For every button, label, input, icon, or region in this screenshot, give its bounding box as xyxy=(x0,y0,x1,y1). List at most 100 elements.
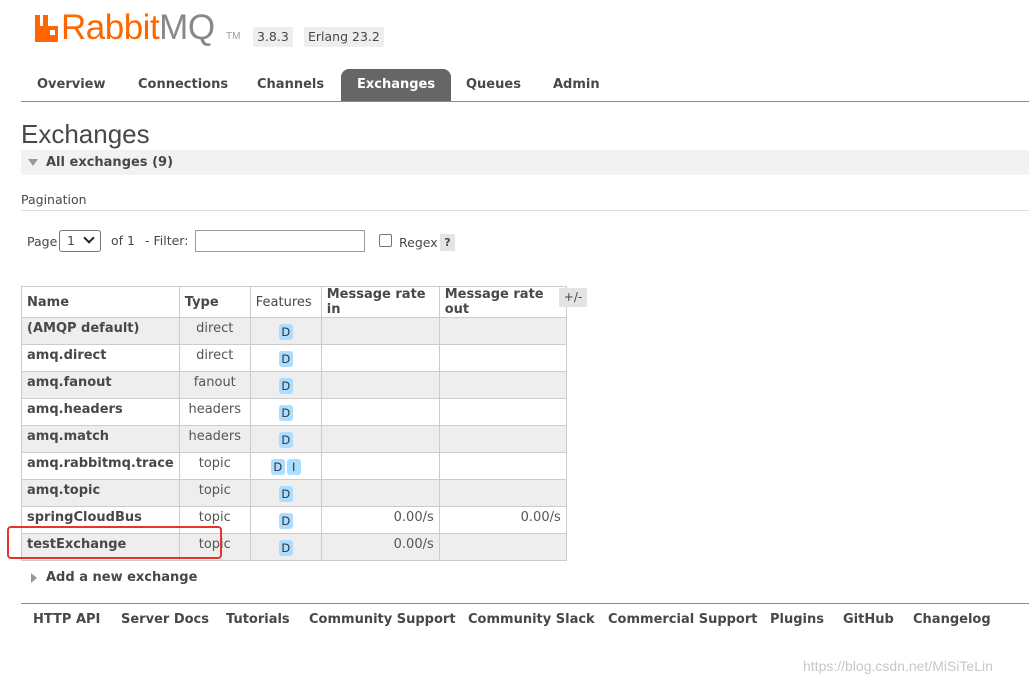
durable-badge: D xyxy=(278,324,293,340)
exchange-type: headers xyxy=(178,398,251,426)
rate-in: 0.00/s xyxy=(320,506,440,534)
table-row[interactable]: (AMQP default) direct D xyxy=(21,317,567,345)
durable-badge: D xyxy=(278,432,293,448)
exchange-name-link[interactable]: amq.direct xyxy=(21,344,180,372)
rabbit-logo-icon xyxy=(35,15,58,42)
exchange-features: D xyxy=(249,533,322,561)
table-row[interactable]: amq.rabbitmq.trace topic DI xyxy=(21,452,567,480)
watermark-text: https://blog.csdn.net/MiSiTeLin xyxy=(803,658,993,674)
page-select-value: 1 xyxy=(67,233,75,248)
table-row[interactable]: amq.topic topic D xyxy=(21,479,567,507)
pagination-divider xyxy=(21,210,1029,211)
footer-link-commercial-support[interactable]: Commercial Support xyxy=(608,612,758,627)
exchange-name-link[interactable]: amq.headers xyxy=(21,398,180,426)
tab-admin[interactable]: Admin xyxy=(537,69,616,101)
durable-badge: D xyxy=(278,405,293,421)
exchange-features: D xyxy=(249,479,322,507)
rate-out xyxy=(438,371,567,399)
durable-badge: D xyxy=(278,486,293,502)
erlang-version-badge: Erlang 23.2 xyxy=(304,27,384,47)
logo-word-mq: MQ xyxy=(159,8,215,47)
filter-label: - Filter: xyxy=(145,233,189,248)
rate-in xyxy=(320,452,440,480)
page-title: Exchanges xyxy=(21,119,150,149)
page-label: Page xyxy=(27,234,58,249)
exchanges-table: Name Type Features Message rate in Messa… xyxy=(21,286,567,561)
column-header-rate-out[interactable]: Message rate out xyxy=(438,286,567,318)
regex-checkbox[interactable] xyxy=(379,234,392,247)
footer-link-tutorials[interactable]: Tutorials xyxy=(226,612,290,627)
durable-badge: D xyxy=(278,540,293,556)
durable-badge: D xyxy=(270,459,285,475)
internal-badge: I xyxy=(286,459,301,475)
rabbitmq-version-badge: 3.8.3 xyxy=(253,27,293,47)
rate-out xyxy=(438,479,567,507)
page-count-label: of 1 xyxy=(111,233,135,248)
exchange-type: topic xyxy=(178,452,251,480)
expand-triangle-icon xyxy=(31,573,37,583)
column-header-rate-in[interactable]: Message rate in xyxy=(320,286,440,318)
exchange-name-link[interactable]: amq.fanout xyxy=(21,371,180,399)
regex-help-button[interactable]: ? xyxy=(440,234,455,251)
footer-link-changelog[interactable]: Changelog xyxy=(913,612,991,627)
exchange-features: DI xyxy=(249,452,322,480)
durable-badge: D xyxy=(278,378,293,394)
exchange-type: direct xyxy=(178,344,251,372)
column-header-name[interactable]: Name xyxy=(21,286,180,318)
rate-out xyxy=(438,398,567,426)
trademark-mark: TM xyxy=(226,31,241,42)
exchange-name-link[interactable]: (AMQP default) xyxy=(21,317,180,345)
column-header-type[interactable]: Type xyxy=(178,286,251,318)
exchange-features: D xyxy=(249,344,322,372)
footer-divider xyxy=(21,603,1029,604)
exchange-name-link[interactable]: amq.match xyxy=(21,425,180,453)
columns-toggle-button[interactable]: +/- xyxy=(559,288,587,307)
tab-overview[interactable]: Overview xyxy=(21,69,122,101)
exchange-type: headers xyxy=(178,425,251,453)
exchange-type: topic xyxy=(178,479,251,507)
exchange-name-link[interactable]: amq.rabbitmq.trace xyxy=(21,452,180,480)
rate-in xyxy=(320,371,440,399)
regex-label: Regex xyxy=(399,235,438,250)
tab-channels[interactable]: Channels xyxy=(241,69,340,101)
footer-link-plugins[interactable]: Plugins xyxy=(770,612,824,627)
rate-out: 0.00/s xyxy=(438,506,567,534)
exchange-type: direct xyxy=(178,317,251,345)
section-title: All exchanges (9) xyxy=(46,155,174,170)
collapse-triangle-icon xyxy=(28,159,38,166)
tab-connections[interactable]: Connections xyxy=(122,69,244,101)
exchange-type: fanout xyxy=(178,371,251,399)
rate-out xyxy=(438,452,567,480)
rate-in xyxy=(320,479,440,507)
pagination-heading: Pagination xyxy=(21,192,87,207)
exchange-features: D xyxy=(249,506,322,534)
exchange-name-link[interactable]: amq.topic xyxy=(21,479,180,507)
table-row[interactable]: amq.headers headers D xyxy=(21,398,567,426)
filter-input[interactable] xyxy=(195,230,365,252)
column-header-features: Features xyxy=(249,286,322,318)
footer-link-server-docs[interactable]: Server Docs xyxy=(121,612,209,627)
footer-link-http-api[interactable]: HTTP API xyxy=(33,612,100,627)
chevron-down-icon xyxy=(83,232,95,244)
rate-in xyxy=(320,344,440,372)
footer-link-community-slack[interactable]: Community Slack xyxy=(468,612,595,627)
table-row[interactable]: amq.direct direct D xyxy=(21,344,567,372)
durable-badge: D xyxy=(278,513,293,529)
all-exchanges-section-toggle[interactable]: All exchanges (9) xyxy=(21,150,1029,175)
rate-in xyxy=(320,425,440,453)
footer-link-github[interactable]: GitHub xyxy=(843,612,894,627)
rate-out xyxy=(438,344,567,372)
tab-exchanges[interactable]: Exchanges xyxy=(341,69,452,101)
footer-link-community-support[interactable]: Community Support xyxy=(309,612,456,627)
rate-in xyxy=(320,317,440,345)
exchange-features: D xyxy=(249,425,322,453)
rate-out xyxy=(438,533,567,561)
table-row[interactable]: amq.fanout fanout D xyxy=(21,371,567,399)
table-row[interactable]: amq.match headers D xyxy=(21,425,567,453)
page-select[interactable]: 1 xyxy=(59,230,101,252)
exchange-features: D xyxy=(249,398,322,426)
logo-wordmark: RabbitMQ xyxy=(61,8,215,48)
add-exchange-label: Add a new exchange xyxy=(46,570,198,585)
logo-word-rabbit: Rabbit xyxy=(61,8,160,47)
tab-queues[interactable]: Queues xyxy=(450,69,537,101)
